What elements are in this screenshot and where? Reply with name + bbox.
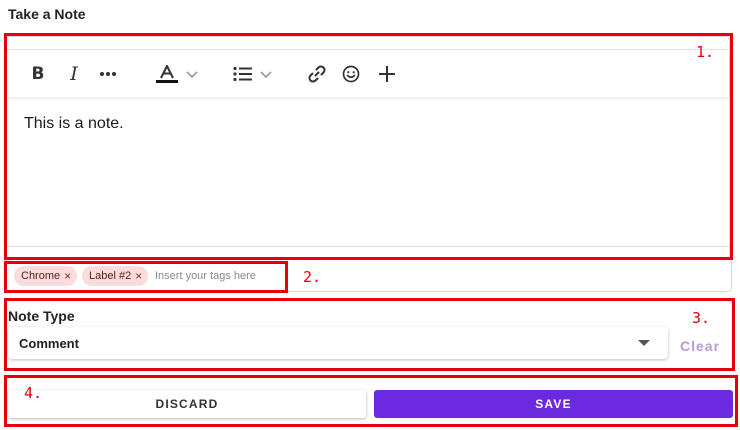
text-color-dropdown[interactable]	[153, 50, 201, 98]
tag-input[interactable]	[155, 266, 285, 286]
save-button[interactable]: SAVE	[374, 390, 733, 418]
annotation-label-2: 2.	[303, 268, 322, 286]
remove-tag-icon[interactable]: ×	[64, 269, 71, 283]
chevron-down-icon	[260, 71, 272, 79]
more-formatting-button[interactable]	[95, 50, 121, 98]
editor-divider	[7, 246, 729, 247]
page-title: Take a Note	[8, 6, 86, 22]
list-dropdown[interactable]	[229, 50, 277, 98]
note-type-select[interactable]: Comment	[8, 327, 668, 359]
editor-toolbar: B I	[7, 49, 729, 97]
insert-link-button[interactable]	[305, 50, 329, 98]
insert-emoji-button[interactable]	[339, 50, 363, 98]
remove-tag-icon[interactable]: ×	[135, 269, 142, 283]
tags-field[interactable]: Chrome × Label #2 ×	[6, 258, 732, 292]
annotation-label-3: 3.	[692, 309, 711, 327]
note-type-label: Note Type	[8, 308, 75, 324]
plus-icon	[379, 66, 395, 82]
note-type-value: Comment	[19, 336, 79, 351]
tag-chip: Chrome ×	[14, 266, 78, 286]
link-icon	[308, 65, 326, 83]
bold-button[interactable]: B	[27, 50, 49, 98]
emoji-icon	[342, 65, 360, 83]
caret-down-icon	[638, 340, 650, 346]
note-editor[interactable]: B I This is a note.	[6, 36, 730, 258]
bold-icon: B	[31, 64, 45, 84]
tag-chip-label: Label #2	[89, 270, 132, 282]
tag-chip: Label #2 ×	[82, 266, 149, 286]
bulleted-list-icon	[233, 66, 252, 82]
italic-button[interactable]: I	[63, 50, 85, 98]
insert-more-button[interactable]	[375, 50, 399, 98]
discard-button[interactable]: DISCARD	[8, 390, 366, 418]
italic-icon: I	[70, 63, 78, 85]
editor-content[interactable]: This is a note.	[24, 115, 124, 133]
annotation-label-4: 4.	[24, 384, 43, 402]
chevron-down-icon	[186, 71, 198, 79]
tag-chip-label: Chrome	[21, 270, 61, 282]
annotation-label-1: 1.	[696, 43, 715, 61]
more-horizontal-icon	[100, 72, 116, 76]
clear-button[interactable]: Clear	[680, 338, 720, 354]
text-color-icon	[156, 65, 178, 83]
